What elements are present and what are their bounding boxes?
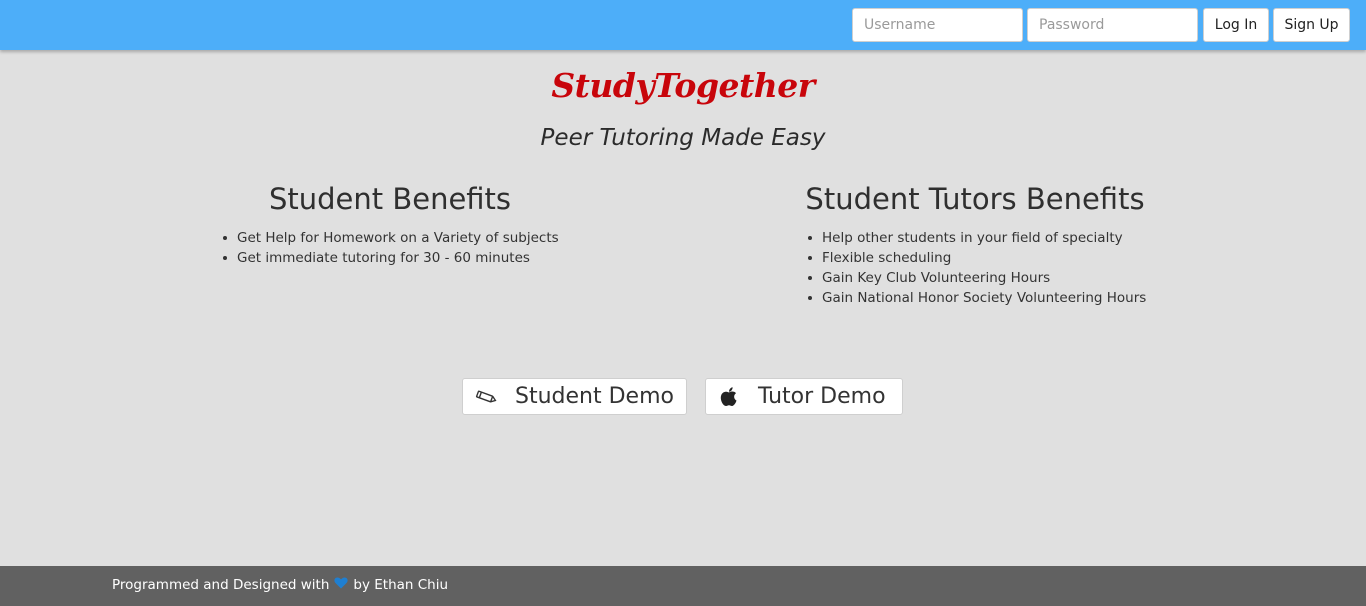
tutor-benefits-list: Help other students in your field of spe…	[807, 228, 1146, 308]
student-demo-button[interactable]: Student Demo	[462, 378, 687, 415]
list-item: Help other students in your field of spe…	[807, 228, 1146, 248]
apple-icon	[718, 385, 740, 409]
username-input[interactable]	[852, 8, 1023, 42]
tagline: Peer Tutoring Made Easy	[540, 125, 826, 151]
heart-icon	[334, 577, 348, 593]
list-item: Gain Key Club Volunteering Hours	[807, 268, 1146, 288]
footer: Programmed and Designed with by Ethan Ch…	[0, 566, 1366, 606]
footer-prefix: Programmed and Designed with	[112, 577, 330, 593]
tutor-benefits-title: Student Tutors Benefits	[805, 182, 1145, 216]
footer-credit: Programmed and Designed with by Ethan Ch…	[112, 577, 448, 593]
pencil-icon	[474, 389, 498, 405]
tutor-demo-button[interactable]: Tutor Demo	[705, 378, 903, 415]
login-button[interactable]: Log In	[1203, 8, 1269, 42]
list-item: Gain National Honor Society Volunteering…	[807, 288, 1146, 308]
footer-suffix: by Ethan Chiu	[353, 577, 449, 593]
student-benefits-list: Get Help for Homework on a Variety of su…	[222, 228, 559, 268]
tutor-demo-label: Tutor Demo	[758, 384, 886, 409]
top-navbar: Log In Sign Up	[0, 0, 1366, 50]
list-item: Flexible scheduling	[807, 248, 1146, 268]
list-item: Get Help for Homework on a Variety of su…	[222, 228, 559, 248]
student-benefits-title: Student Benefits	[268, 182, 512, 216]
brand-title: StudyTogether	[551, 66, 815, 105]
signup-button[interactable]: Sign Up	[1273, 8, 1350, 42]
student-demo-label: Student Demo	[515, 384, 674, 409]
list-item: Get immediate tutoring for 30 - 60 minut…	[222, 248, 559, 268]
password-input[interactable]	[1027, 8, 1198, 42]
